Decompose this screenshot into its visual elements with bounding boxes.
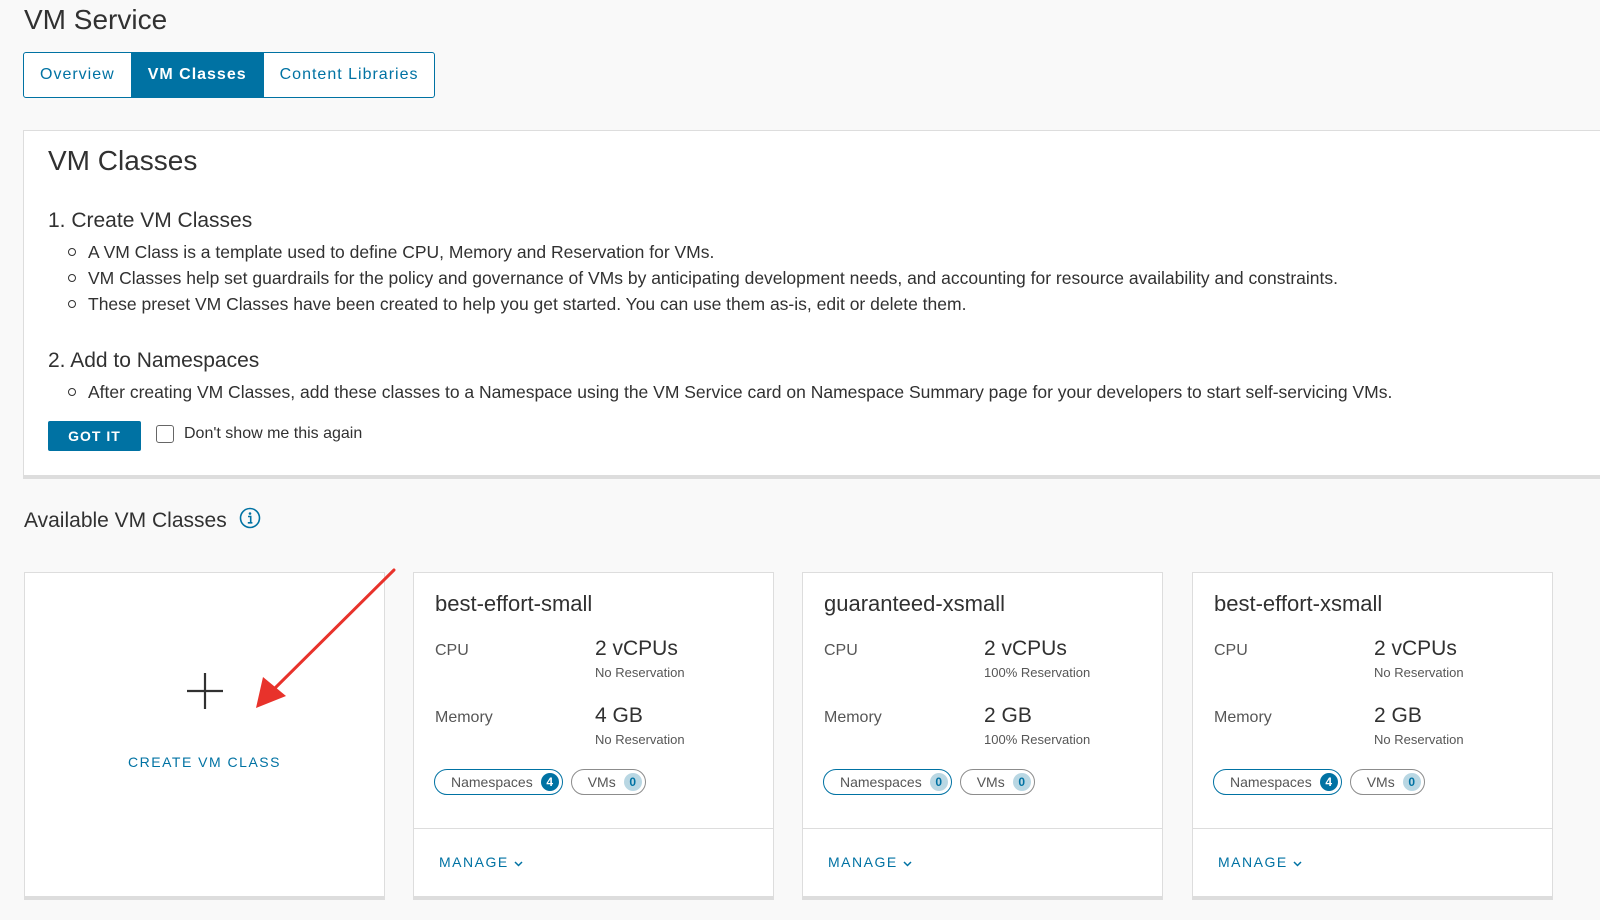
memory-label: Memory	[824, 709, 882, 726]
cpu-reservation: 100% Reservation	[984, 665, 1091, 680]
tab-content-libraries[interactable]: Content Libraries	[264, 53, 435, 97]
chevron-down-icon	[514, 854, 523, 870]
info-card-title: VM Classes	[48, 145, 198, 176]
vm-class-card: best-effort-small CPU 2 vCPUs No Reserva…	[413, 572, 774, 897]
tab-overview[interactable]: Overview	[24, 53, 132, 97]
tab-bar: Overview VM Classes Content Libraries	[23, 52, 436, 98]
namespaces-badge[interactable]: Namespaces 4	[434, 769, 563, 795]
dont-show-checkbox[interactable]	[156, 425, 174, 443]
memory-reservation: 100% Reservation	[984, 732, 1091, 747]
namespaces-badge-label: Namespaces	[1230, 774, 1312, 790]
cpu-label: CPU	[1214, 642, 1248, 659]
step1-heading: 1. Create VM Classes	[48, 209, 253, 232]
step1-bullet: VM Classes help set guardrails for the p…	[68, 265, 1338, 291]
create-vm-class-card[interactable]: CREATE VM CLASS	[24, 572, 385, 897]
manage-dropdown[interactable]: MANAGE	[1218, 854, 1302, 870]
vms-badge-label: VMs	[587, 774, 616, 790]
dont-show-label[interactable]: Don't show me this again	[184, 425, 362, 443]
chevron-down-icon	[1293, 854, 1302, 870]
plus-icon[interactable]	[185, 671, 225, 716]
memory-value: 2 GB	[984, 704, 1032, 727]
manage-dropdown[interactable]: MANAGE	[828, 854, 912, 870]
vms-badge-label: VMs	[976, 774, 1005, 790]
memory-reservation: No Reservation	[1374, 732, 1464, 747]
step1-bullet: A VM Class is a template used to define …	[68, 239, 1338, 265]
manage-label[interactable]: MANAGE	[828, 854, 898, 870]
manage-dropdown[interactable]: MANAGE	[439, 854, 523, 870]
vm-class-card: guaranteed-xsmall CPU 2 vCPUs 100% Reser…	[802, 572, 1163, 897]
getting-started-card: VM Classes 1. Create VM Classes A VM Cla…	[23, 130, 1600, 476]
info-icon[interactable]	[239, 507, 261, 535]
got-it-button[interactable]: GOT IT	[48, 421, 141, 451]
namespaces-count: 4	[540, 773, 559, 791]
available-vm-classes-heading: Available VM Classes	[24, 507, 261, 535]
cpu-value: 2 vCPUs	[1374, 637, 1457, 660]
namespaces-badge[interactable]: Namespaces 4	[1213, 769, 1342, 795]
vms-badge[interactable]: VMs 0	[1349, 769, 1425, 795]
vm-class-card: best-effort-xsmall CPU 2 vCPUs No Reserv…	[1192, 572, 1553, 897]
vms-badge[interactable]: VMs 0	[570, 769, 646, 795]
chevron-down-icon	[903, 854, 912, 870]
card-footer: MANAGE	[1193, 828, 1552, 896]
badges: Namespaces 4 VMs 0	[1213, 769, 1425, 795]
cpu-reservation: No Reservation	[1374, 665, 1464, 680]
vm-class-name: best-effort-small	[435, 591, 593, 616]
cpu-value: 2 vCPUs	[595, 637, 678, 660]
vms-count: 0	[623, 773, 642, 791]
step2-bullet: After creating VM Classes, add these cla…	[68, 379, 1392, 405]
namespaces-badge[interactable]: Namespaces 0	[823, 769, 952, 795]
namespaces-badge-label: Namespaces	[451, 774, 533, 790]
vms-badge-label: VMs	[1366, 774, 1395, 790]
badges: Namespaces 0 VMs 0	[823, 769, 1035, 795]
available-heading-text: Available VM Classes	[24, 509, 227, 532]
memory-reservation: No Reservation	[595, 732, 685, 747]
namespaces-badge-label: Namespaces	[840, 774, 922, 790]
step2-list: After creating VM Classes, add these cla…	[68, 379, 1392, 405]
memory-value: 2 GB	[1374, 704, 1422, 727]
namespaces-count: 4	[1319, 773, 1338, 791]
dont-show-again[interactable]: Don't show me this again	[156, 425, 362, 443]
memory-label: Memory	[435, 709, 493, 726]
vm-class-name: guaranteed-xsmall	[824, 591, 1005, 616]
vm-class-name: best-effort-xsmall	[1214, 591, 1383, 616]
vms-count: 0	[1012, 773, 1031, 791]
tab-vm-classes[interactable]: VM Classes	[131, 53, 264, 97]
namespaces-count: 0	[929, 773, 948, 791]
page-title: VM Service	[24, 4, 168, 35]
step1-list: A VM Class is a template used to define …	[68, 239, 1338, 317]
card-footer: MANAGE	[803, 828, 1162, 896]
vms-count: 0	[1402, 773, 1421, 791]
cpu-label: CPU	[435, 642, 469, 659]
memory-label: Memory	[1214, 709, 1272, 726]
cpu-reservation: No Reservation	[595, 665, 685, 680]
manage-label[interactable]: MANAGE	[439, 854, 509, 870]
vms-badge[interactable]: VMs 0	[959, 769, 1035, 795]
step2-heading: 2. Add to Namespaces	[48, 349, 260, 372]
badges: Namespaces 4 VMs 0	[434, 769, 646, 795]
memory-value: 4 GB	[595, 704, 643, 727]
card-footer: MANAGE	[414, 828, 773, 896]
create-vm-class-link[interactable]: CREATE VM CLASS	[25, 754, 384, 770]
step1-bullet: These preset VM Classes have been create…	[68, 291, 1338, 317]
manage-label[interactable]: MANAGE	[1218, 854, 1288, 870]
cpu-value: 2 vCPUs	[984, 637, 1067, 660]
cpu-label: CPU	[824, 642, 858, 659]
